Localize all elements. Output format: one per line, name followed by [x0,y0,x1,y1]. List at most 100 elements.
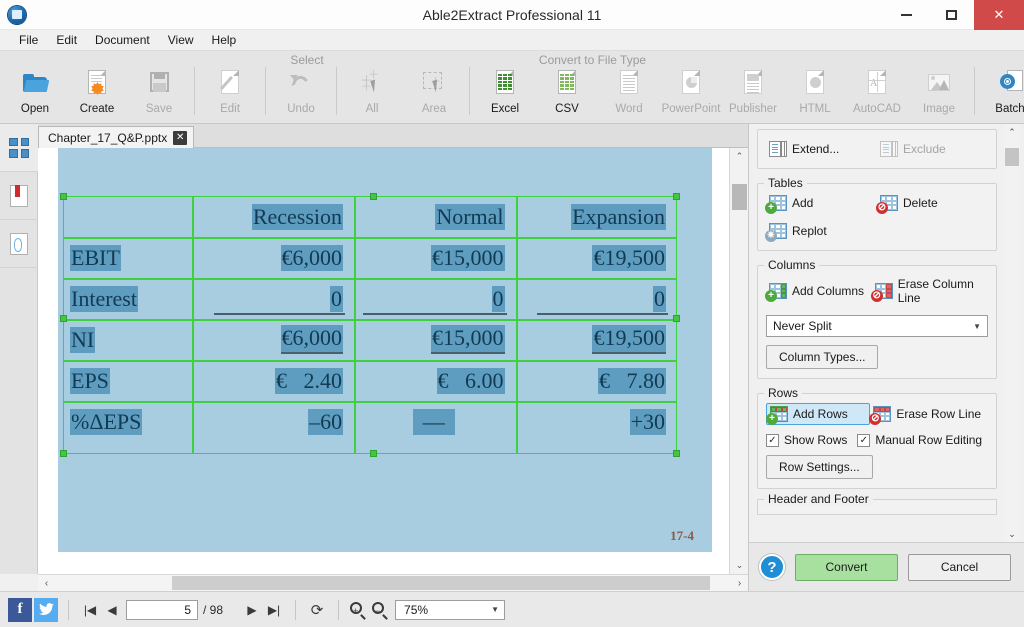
horizontal-scrollbar-thumb[interactable] [172,576,710,590]
scroll-left-icon[interactable]: ‹ [38,575,55,591]
table-cell-value: €15,000 [431,244,505,271]
add-rows-label: Add Rows [793,407,848,421]
extend-table-icon [769,141,787,157]
column-types-button[interactable]: Column Types... [766,345,879,369]
delete-table-button[interactable]: ⊘ Delete [876,193,988,214]
scroll-right-icon[interactable]: › [731,575,748,591]
column-split-select[interactable]: Never Split ▼ [766,315,988,337]
menu-file[interactable]: File [10,31,47,49]
table-row: Interest 0 0 0 [64,278,676,319]
toolbar-autocad-button[interactable]: A AutoCAD [846,65,908,121]
menu-help[interactable]: Help [203,31,246,49]
toolbar-html-button[interactable]: HTML [784,65,846,121]
toolbar-publisher-button[interactable]: Publisher [722,65,784,121]
chevron-down-icon: ▼ [491,605,500,614]
toolbar-excel-button[interactable]: Excel [474,65,536,121]
last-page-button[interactable]: ▶| [263,599,285,621]
able2extract-logo-icon [8,5,26,24]
toolbar-batch-button[interactable]: Batch [979,65,1024,121]
show-rows-label: Show Rows [784,433,848,447]
minimize-icon [901,14,912,16]
first-page-button[interactable]: |◀ [79,599,101,621]
add-table-button[interactable]: + Add [765,193,877,214]
rotate-button[interactable]: ⟳ [306,599,328,621]
document-vertical-scrollbar[interactable]: ⌃ ⌄ [729,148,749,574]
toolbar-open-button[interactable]: Open [4,65,66,121]
cancel-button[interactable]: Cancel [908,553,1011,581]
panel-scrollbar-thumb[interactable] [1005,148,1019,166]
vertical-scrollbar-thumb[interactable] [732,184,747,210]
erase-column-line-button[interactable]: ⊘ Erase Column Line [870,275,988,307]
minimize-button[interactable] [884,0,929,30]
table-handle-bottom-left[interactable] [60,450,67,457]
exclude-button[interactable]: Exclude [877,139,988,159]
toolbar-html-label: HTML [799,103,831,115]
sidebar-item-bookmarks[interactable] [0,172,38,220]
sidebar-item-thumbnails[interactable] [0,124,38,172]
scroll-down-icon[interactable]: ⌄ [730,557,749,574]
create-document-icon [81,68,113,100]
toolbar-select-area-button[interactable]: ＋ Area [403,65,465,121]
document-page[interactable]: Recession Normal Expansion EBIT €6,000 €… [58,148,712,552]
zoom-level-select[interactable]: 75% ▼ [395,599,506,620]
document-view[interactable]: Recession Normal Expansion EBIT €6,000 €… [38,148,748,574]
open-folder-icon [19,68,51,100]
table-handle-bottom-mid[interactable] [370,450,377,457]
table-header-cell-blank [64,197,192,237]
toolbar-create-label: Create [79,103,115,115]
toolbar-edit-label: Edit [220,103,240,115]
page-number-input[interactable]: 5 [126,599,198,620]
document-tab[interactable]: Chapter_17_Q&P.pptx ✕ [38,126,195,148]
zoom-out-icon[interactable]: − [371,601,389,620]
window-controls: ✕ [884,0,1024,30]
show-rows-checkbox[interactable]: ✓ Show Rows [766,433,847,447]
tables-group-legend: Tables [764,176,807,190]
delete-table-icon: ⊘ [876,195,898,214]
add-rows-button[interactable]: + Add Rows [766,403,871,425]
menu-document[interactable]: Document [86,31,159,49]
replot-table-button[interactable]: ✷ Replot [765,221,877,242]
document-horizontal-scrollbar[interactable]: ‹ › [38,574,748,591]
maximize-button[interactable] [929,0,974,30]
toolbar-undo-button[interactable]: Undo [270,65,332,121]
convert-button[interactable]: Convert [795,553,898,581]
facebook-icon[interactable]: f [8,597,32,622]
panel-scroll-up-icon[interactable]: ⌃ [1004,124,1020,140]
toolbar-save-button[interactable]: Save [128,65,190,121]
toolbar-select-all-button[interactable]: ＋ ＋ ＋ All [341,65,403,121]
scroll-up-icon[interactable]: ⌃ [730,148,749,165]
panel-vertical-scrollbar[interactable]: ⌃ ⌄ [1004,124,1020,542]
table-cell-value: € 6.00 [436,367,505,394]
toolbar-edit-button[interactable]: Edit [199,65,261,121]
table-cell-label: EPS [70,367,110,394]
toolbar-powerpoint-button[interactable]: PowerPoint [660,65,722,121]
table-handle-bottom-right[interactable] [673,450,680,457]
checkbox-icon: ✓ [766,433,779,447]
erase-row-line-button[interactable]: ⊘ Erase Row Line [869,403,988,425]
toolbar-csv-button[interactable]: CSV [536,65,598,121]
toolbar-image-button[interactable]: Image [908,65,970,121]
row-settings-button[interactable]: Row Settings... [766,455,873,479]
maximize-icon [946,10,957,20]
menu-view[interactable]: View [159,31,203,49]
panel-scroll-down-icon[interactable]: ⌄ [1004,526,1020,542]
menu-edit[interactable]: Edit [47,31,86,49]
zoom-in-icon[interactable]: + [349,601,367,620]
table-row: EPS € 2.40 € 6.00 € 7.80 [64,360,676,401]
next-page-button[interactable]: ▶ [241,599,263,621]
add-columns-button[interactable]: + Add Columns [765,275,872,307]
prev-page-button[interactable]: ◀ [101,599,123,621]
toolbar-create-button[interactable]: Create [66,65,128,121]
help-icon[interactable]: ? [759,554,785,580]
table-selection-overlay[interactable]: Recession Normal Expansion EBIT €6,000 €… [60,193,680,457]
sidebar-item-attachments[interactable] [0,220,38,268]
close-icon[interactable]: ✕ [173,130,188,145]
close-button[interactable]: ✕ [974,0,1024,30]
add-table-icon: + [765,195,787,214]
twitter-icon[interactable] [34,597,58,622]
toolbar-word-button[interactable]: Word [598,65,660,121]
toolbar-separator-3 [336,67,337,115]
word-file-icon [613,68,645,100]
extend-button[interactable]: Extend... [766,139,877,159]
manual-row-editing-checkbox[interactable]: ✓ Manual Row Editing [857,433,982,447]
